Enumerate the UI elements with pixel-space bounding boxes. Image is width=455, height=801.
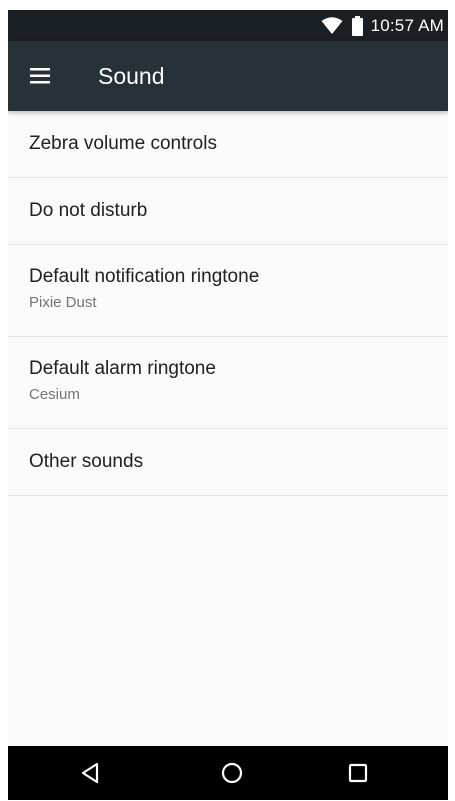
setting-zebra-volume-controls[interactable]: Zebra volume controls: [8, 111, 448, 178]
setting-title: Default alarm ringtone: [29, 358, 216, 379]
hamburger-menu-icon[interactable]: [30, 65, 54, 87]
settings-list: Zebra volume controls Do not disturb Def…: [8, 111, 448, 496]
wifi-icon: [321, 16, 343, 35]
phone-screen: 10:57 AM Sound Zebra volume controls Do …: [8, 10, 448, 800]
navigation-bar: [8, 746, 448, 800]
app-bar: Sound: [8, 41, 448, 111]
recents-icon[interactable]: [328, 746, 388, 800]
setting-title: Default notification ringtone: [29, 266, 260, 287]
status-time: 10:57 AM: [370, 15, 444, 35]
status-bar: 10:57 AM: [8, 10, 448, 41]
setting-other-sounds[interactable]: Other sounds: [8, 429, 448, 496]
back-icon[interactable]: [60, 746, 120, 800]
setting-title: Do not disturb: [29, 200, 148, 221]
status-icons: 10:57 AM: [321, 10, 444, 41]
setting-title: Other sounds: [29, 451, 144, 472]
setting-summary: Cesium: [29, 386, 80, 403]
page-title: Sound: [98, 63, 165, 89]
battery-icon: [351, 15, 363, 36]
home-icon[interactable]: [202, 746, 262, 800]
setting-do-not-disturb[interactable]: Do not disturb: [8, 178, 448, 245]
setting-title: Zebra volume controls: [29, 133, 217, 154]
setting-default-alarm-ringtone[interactable]: Default alarm ringtone Cesium: [8, 337, 448, 429]
setting-summary: Pixie Dust: [29, 294, 97, 311]
setting-default-notification-ringtone[interactable]: Default notification ringtone Pixie Dust: [8, 245, 448, 337]
